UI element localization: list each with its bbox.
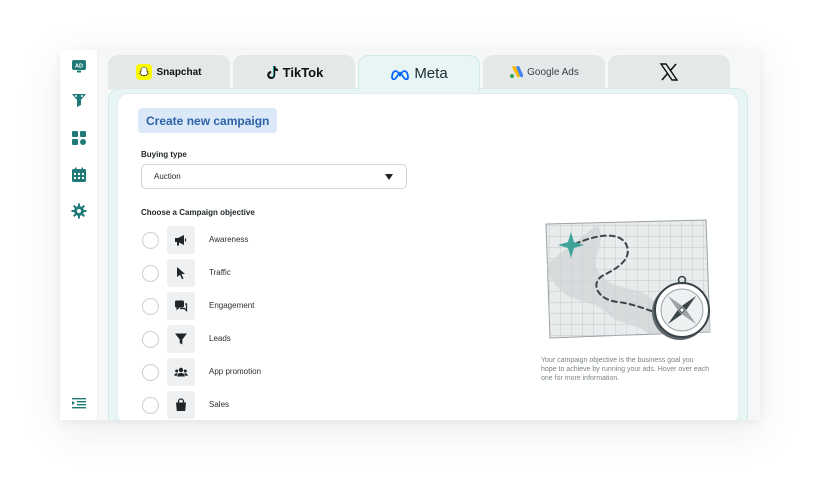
shopping-bag-icon [167, 391, 195, 419]
tab-x[interactable] [608, 55, 730, 89]
calendar-icon[interactable] [71, 167, 87, 183]
people-icon [167, 358, 195, 386]
objective-name: Sales [209, 400, 230, 409]
funnel-icon [167, 325, 195, 353]
objective-radio[interactable] [142, 232, 159, 249]
campaign-panel: Create new campaign Buying type Auction … [118, 94, 738, 420]
objective-name: App promotion [209, 367, 262, 376]
sidebar: AD [60, 50, 98, 420]
platform-tabs: Snapchat TikTok Meta Google Ads [108, 55, 736, 91]
main-content: Snapchat TikTok Meta Google Ads Create n… [98, 50, 760, 420]
collapse-menu-icon[interactable] [71, 395, 87, 411]
objective-awareness[interactable]: Awareness [141, 226, 341, 254]
objective-name: Engagement [209, 301, 255, 310]
objective-radio[interactable] [142, 298, 159, 315]
objective-traffic[interactable]: Traffic [141, 259, 341, 287]
create-campaign-button[interactable]: Create new campaign [138, 108, 278, 133]
caret-down-icon [385, 174, 393, 180]
funnel-icon[interactable] [71, 92, 87, 108]
objective-name: Leads [209, 334, 231, 343]
objective-name: Traffic [209, 268, 231, 277]
chat-icon [167, 292, 195, 320]
megaphone-icon [167, 226, 195, 254]
meta-logo-icon [391, 69, 410, 80]
objective-engagement[interactable]: Engagement [141, 292, 341, 320]
tab-snapchat[interactable]: Snapchat [108, 55, 230, 89]
tab-tiktok[interactable]: TikTok [233, 55, 355, 89]
tab-google-ads[interactable]: Google Ads [483, 55, 605, 89]
buying-type-select[interactable]: Auction [141, 164, 407, 189]
tab-label: Snapchat [156, 66, 202, 78]
gear-icon[interactable] [71, 203, 87, 219]
tiktok-icon [266, 65, 278, 79]
tab-label: TikTok [282, 64, 324, 80]
tab-label: Meta [414, 65, 448, 82]
apps-icon[interactable] [71, 130, 87, 146]
objective-radio[interactable] [142, 331, 159, 348]
tab-label: Google Ads [527, 66, 579, 78]
x-logo-icon [659, 63, 679, 81]
objective-name: Awareness [209, 235, 249, 244]
ad-icon-label: AD [75, 64, 83, 70]
google-ads-icon [510, 65, 524, 78]
objective-app-promotion[interactable]: App promotion [141, 358, 341, 386]
objective-radio[interactable] [142, 364, 159, 381]
objective-sales[interactable]: Sales [141, 391, 341, 419]
buying-type-value: Auction [154, 172, 181, 181]
ad-icon[interactable]: AD [71, 58, 87, 74]
app-window: AD Snapchat TikTok Meta Google Ads Creat… [60, 50, 760, 420]
buying-type-label: Buying type [141, 150, 187, 159]
objective-radio[interactable] [142, 265, 159, 282]
objective-leads[interactable]: Leads [141, 325, 341, 353]
tab-meta[interactable]: Meta [358, 55, 480, 91]
objective-radio[interactable] [142, 397, 159, 414]
cursor-icon [167, 259, 195, 287]
map-compass-illustration [545, 219, 711, 340]
objective-help-text: Your campaign objective is the business … [541, 357, 710, 382]
objective-label: Choose a Campaign objective [141, 208, 255, 217]
snapchat-icon [136, 64, 153, 80]
